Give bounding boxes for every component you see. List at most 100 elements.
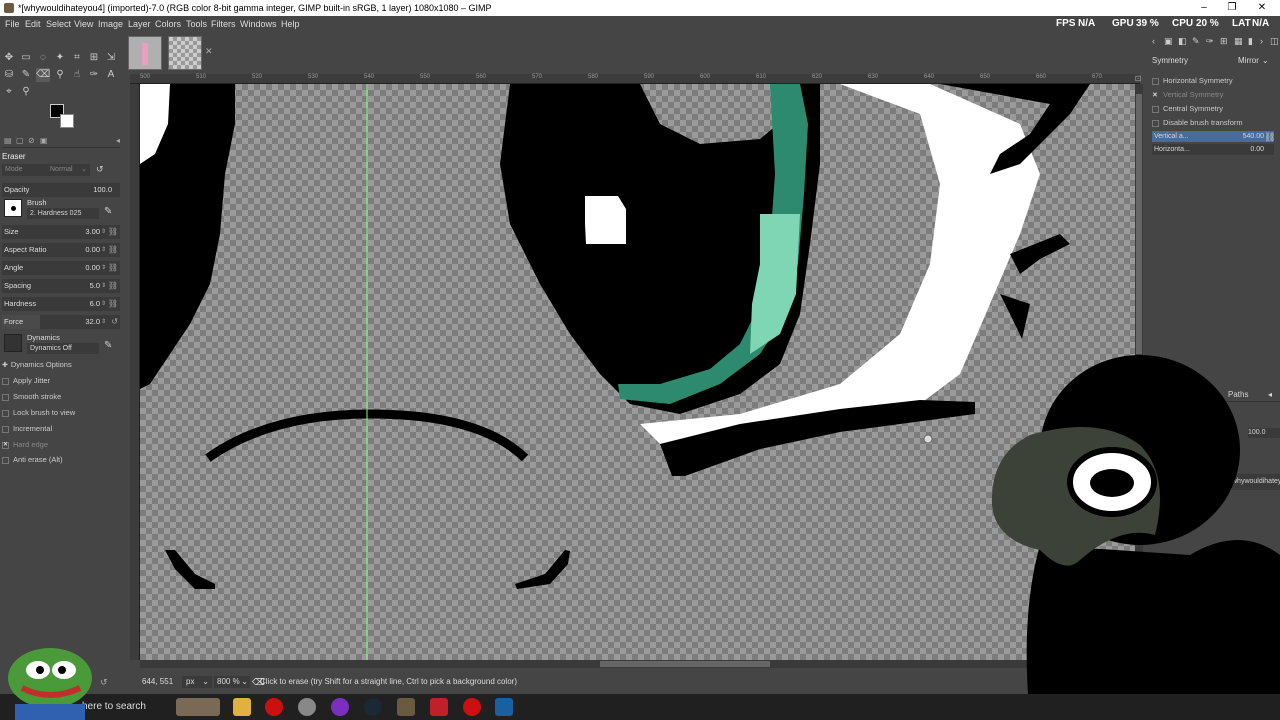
chain-icon[interactable]: ⛓ [108, 279, 118, 293]
image-tab-2[interactable] [168, 36, 202, 70]
minimize-button[interactable]: – [1190, 0, 1218, 16]
color-picker-icon[interactable]: ⌖ [2, 85, 16, 99]
media-icon[interactable] [331, 698, 349, 716]
bison-widget-icon[interactable] [176, 698, 220, 716]
horizontal-ruler[interactable]: 500 510 520 530 540 550 560 570 580 590 … [130, 74, 1140, 84]
zoom-icon[interactable]: ⚲ [19, 85, 33, 99]
image-tab-active[interactable] [128, 36, 162, 70]
gimp-taskbar-icon[interactable] [397, 698, 415, 716]
spin-icon[interactable]: ⇕ [101, 297, 106, 311]
spin-icon[interactable]: ⇕ [101, 279, 106, 293]
central-symmetry-checkbox[interactable]: Central Symmetry [1152, 104, 1223, 113]
smooth-stroke-checkbox[interactable]: Smooth stroke [2, 392, 61, 401]
symmetry-mode-select[interactable]: Mirror ⌄ [1238, 56, 1269, 65]
menu-file[interactable]: File [5, 16, 20, 32]
edit-brush-icon[interactable]: ✎ [104, 206, 112, 217]
dynamics-preview-icon[interactable] [4, 334, 22, 352]
zoom-select[interactable]: 800 % ⌄ [214, 676, 250, 688]
tool-options-tab-icon[interactable]: ▤ [4, 136, 12, 145]
app-icon-2[interactable] [495, 698, 513, 716]
maximize-button[interactable]: ❐ [1218, 0, 1246, 16]
apply-jitter-checkbox[interactable]: Apply Jitter [2, 376, 50, 385]
spacing-slider[interactable]: Spacing 5.0 ⇕ ⛓ [2, 279, 120, 293]
channels-tab-icon[interactable]: ◧ [1178, 36, 1187, 47]
horizontal-symmetry-checkbox[interactable]: Horizontal Symmetry [1152, 76, 1233, 85]
vertical-symmetry-checkbox[interactable]: ✕ Vertical Symmetry [1152, 90, 1223, 99]
menu-select[interactable]: Select [46, 16, 71, 32]
clone-icon[interactable]: ⚲ [53, 68, 67, 82]
horizontal-scroll-thumb[interactable] [600, 661, 770, 667]
menu-layer[interactable]: Layer [128, 16, 151, 32]
vertical-ruler[interactable] [130, 84, 140, 660]
brush-name-field[interactable]: 2. Hardness 025 [27, 208, 99, 219]
zoom-to-fit-icon[interactable]: ⊡ [1133, 74, 1143, 84]
path-icon[interactable]: ✑ [87, 68, 101, 82]
crop-icon[interactable]: ⌗ [70, 51, 84, 65]
menu-tools[interactable]: Tools [186, 16, 207, 32]
fuzzy-select-icon[interactable]: ✦ [53, 51, 67, 65]
horizontal-axis-slider[interactable]: Horizonta... 0.00 [1152, 144, 1274, 155]
images-tab-icon[interactable]: ▣ [40, 136, 48, 145]
hardness-slider[interactable]: Hardness 6.0 ⇕ ⛓ [2, 297, 120, 311]
spin-icon[interactable]: ⇕ [101, 315, 106, 329]
pointer-reset-icon[interactable]: ↺ [100, 674, 108, 690]
app-icon[interactable] [298, 698, 316, 716]
file-explorer-icon[interactable] [233, 698, 251, 716]
force-slider[interactable]: Force 32.0 ⇕ ↺ [2, 315, 120, 329]
configure-tab-icon[interactable]: ◂ [116, 136, 120, 145]
menu-colors[interactable]: Colors [155, 16, 181, 32]
gradients-tab-icon[interactable]: ▦ [1234, 36, 1243, 47]
spin-icon[interactable]: ⇕ [101, 261, 106, 275]
dynamics-field[interactable]: Dynamics Off [27, 343, 99, 354]
undo-tab-icon[interactable]: ⊘ [28, 136, 35, 145]
image-canvas[interactable] [140, 84, 1135, 660]
vivaldi-icon[interactable] [430, 698, 448, 716]
reset-mode-icon[interactable]: ↺ [96, 164, 104, 175]
paths-tab-icon[interactable]: ✎ [1192, 36, 1200, 47]
paintbrush-icon[interactable]: ✎ [19, 68, 33, 82]
chain-icon[interactable]: ⛓ [108, 243, 118, 257]
transform-icon[interactable]: ⊞ [87, 51, 101, 65]
menu-image[interactable]: Image [98, 16, 123, 32]
fonts-tab-icon[interactable]: ▮ [1248, 36, 1253, 47]
chevron-right-icon[interactable]: › [1260, 36, 1263, 46]
menu-windows[interactable]: Windows [240, 16, 277, 32]
rect-select-icon[interactable]: ▭ [19, 51, 33, 65]
layers-tab-icon[interactable]: ▣ [1164, 36, 1173, 47]
align-icon[interactable]: ⇲ [104, 51, 118, 65]
move-tool-icon[interactable]: ✥ [2, 51, 16, 65]
aspect-ratio-slider[interactable]: Aspect Ratio 0.00 ⇕ ⛓ [2, 243, 120, 257]
disable-transform-checkbox[interactable]: Disable brush transform [1152, 118, 1243, 127]
lasso-icon[interactable]: ◌ [36, 51, 50, 65]
close-button[interactable]: ✕ [1248, 0, 1276, 16]
bucket-icon[interactable]: ⛁ [2, 68, 16, 82]
chain-icon[interactable]: ⛓ [108, 225, 118, 239]
dynamics-options-expander[interactable]: ✚ Dynamics Options [2, 360, 72, 369]
text-icon[interactable]: A [104, 68, 118, 82]
menu-edit[interactable]: Edit [25, 16, 41, 32]
incremental-checkbox[interactable]: Incremental [2, 424, 52, 433]
opacity-slider[interactable]: Opacity 100.0 [2, 183, 120, 197]
chevron-left-icon[interactable]: ‹ [1152, 36, 1155, 46]
menu-help[interactable]: Help [281, 16, 300, 32]
menu-filters[interactable]: Filters [211, 16, 236, 32]
close-tab-icon[interactable]: ✕ [205, 46, 213, 57]
unit-select[interactable]: px ⌄ [182, 676, 212, 688]
vertical-scroll-thumb[interactable] [1136, 94, 1142, 354]
chain-link-icon[interactable]: ⛓ [1264, 132, 1275, 143]
anti-erase-checkbox[interactable]: Anti erase (Alt) [2, 455, 63, 464]
dock-menu-icon[interactable]: ◫ [1270, 36, 1279, 47]
chain-icon[interactable]: ⛓ [108, 261, 118, 275]
horizontal-scrollbar[interactable] [140, 660, 1135, 668]
brush-preview[interactable] [4, 199, 22, 217]
patterns-tab-icon[interactable]: ⊞ [1220, 36, 1228, 47]
menu-view[interactable]: View [74, 16, 93, 32]
steam-icon[interactable] [364, 698, 382, 716]
device-status-tab-icon[interactable]: ▢ [16, 136, 24, 145]
smudge-icon[interactable]: ☝ [70, 68, 84, 82]
spin-icon[interactable]: ⇕ [101, 243, 106, 257]
vertical-axis-slider[interactable]: Vertical a... 540.00 [1152, 131, 1274, 142]
opera-icon[interactable] [265, 698, 283, 716]
hard-edge-checkbox[interactable]: ✕ Hard edge [2, 440, 48, 449]
brushes-tab-icon[interactable]: ✑ [1206, 36, 1214, 47]
